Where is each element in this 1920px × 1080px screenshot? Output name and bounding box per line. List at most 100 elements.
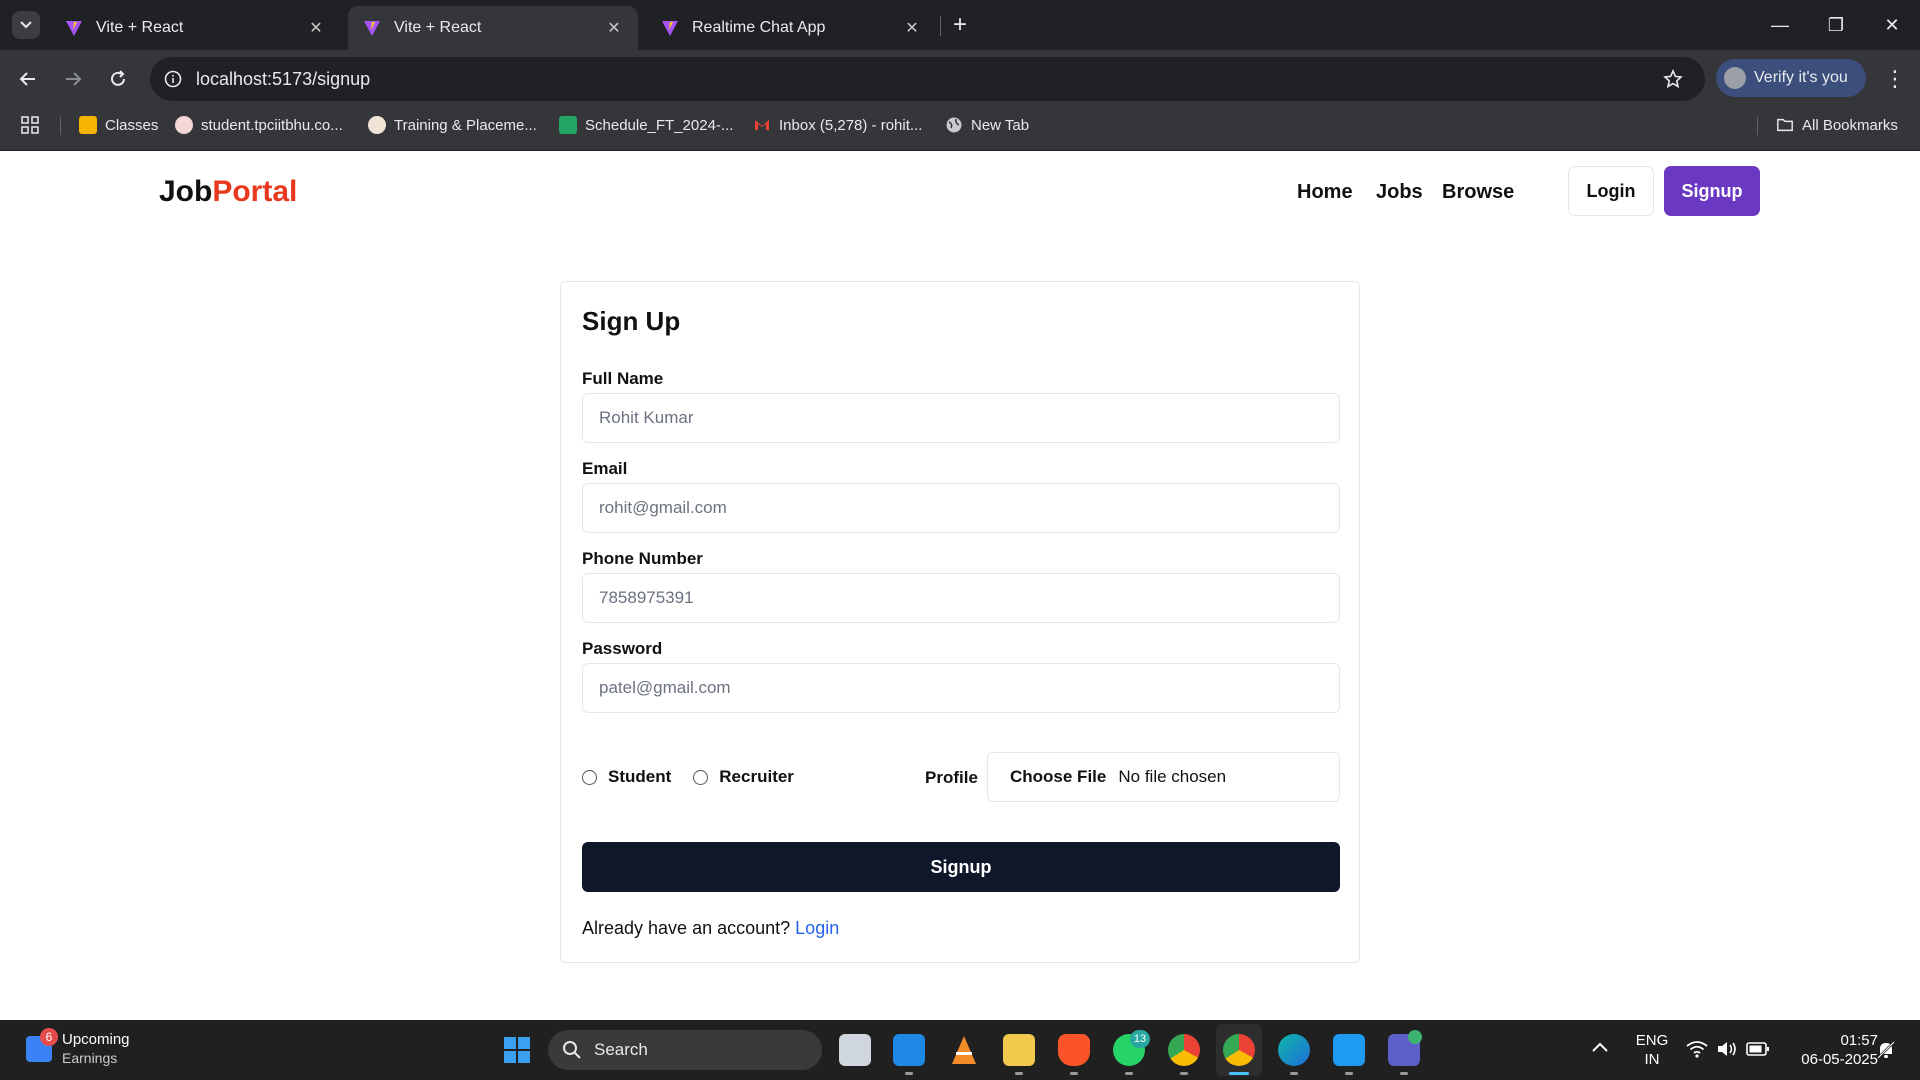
email-label: Email <box>582 459 628 478</box>
bookmark-label: All Bookmarks <box>1802 116 1898 134</box>
vite-icon <box>364 21 380 36</box>
chrome-icon[interactable] <box>1168 1034 1200 1066</box>
close-icon[interactable]: ✕ <box>902 18 922 38</box>
notification-bell-icon[interactable] <box>1876 1040 1896 1060</box>
widgets-title: Upcoming <box>62 1031 130 1048</box>
running-indicator <box>1125 1072 1133 1075</box>
chevron-down-icon <box>20 21 32 29</box>
bookmark-label: student.tpciitbhu.co... <box>201 116 343 134</box>
teams-status-icon <box>1408 1030 1422 1044</box>
back-button[interactable] <box>13 64 43 94</box>
reload-button[interactable] <box>103 64 133 94</box>
wifi-icon[interactable] <box>1686 1040 1708 1058</box>
star-icon[interactable] <box>1663 69 1683 89</box>
widgets-button[interactable]: 6 Upcoming Earnings <box>26 1028 130 1067</box>
site-logo[interactable]: JobPortal <box>159 175 297 209</box>
password-input[interactable]: patel@gmail.com <box>582 663 1340 713</box>
sheets-icon <box>559 116 577 134</box>
photos-icon[interactable] <box>1333 1034 1365 1066</box>
address-bar[interactable]: localhost:5173/signup <box>150 57 1705 101</box>
student-radio[interactable] <box>582 769 597 785</box>
browser-tab-1[interactable]: Vite + React ✕ <box>50 6 340 50</box>
full-name-label: Full Name <box>582 369 664 388</box>
profile-label: Profile <box>925 768 978 787</box>
chrome-profile-icon[interactable] <box>1223 1034 1255 1066</box>
bookmark-training[interactable]: Training & Placeme... <box>368 107 537 143</box>
site-info-icon[interactable] <box>164 70 182 88</box>
region-code: IN <box>1644 1051 1660 1068</box>
already-text: Already have an account? <box>582 918 791 938</box>
new-tab-button[interactable]: + <box>946 11 974 39</box>
nav-home[interactable]: Home <box>1297 181 1353 204</box>
phone-input[interactable]: 7858975391 <box>582 573 1340 623</box>
running-indicator <box>1180 1072 1188 1075</box>
vite-icon <box>662 21 678 36</box>
browser-tab-3[interactable]: Realtime Chat App ✕ <box>646 6 936 50</box>
running-indicator <box>1290 1072 1298 1075</box>
all-bookmarks-button[interactable]: All Bookmarks <box>1776 107 1898 143</box>
volume-icon[interactable] <box>1716 1040 1738 1058</box>
bookmark-schedule[interactable]: Schedule_FT_2024-... <box>559 107 733 143</box>
close-window-button[interactable]: ✕ <box>1864 0 1920 50</box>
running-indicator <box>1400 1072 1408 1075</box>
nav-browse[interactable]: Browse <box>1442 181 1514 204</box>
logo-text-portal: Portal <box>212 175 298 208</box>
restore-button[interactable]: ❐ <box>1808 0 1864 50</box>
browser-tab-2[interactable]: Vite + React ✕ <box>348 6 638 50</box>
close-icon[interactable]: ✕ <box>604 18 624 38</box>
recruiter-radio[interactable] <box>693 769 709 785</box>
vite-icon <box>66 21 82 36</box>
browser-menu-icon[interactable]: ⋮ <box>1880 64 1910 94</box>
forward-button[interactable] <box>58 64 88 94</box>
file-explorer-icon[interactable] <box>1003 1034 1035 1066</box>
battery-icon[interactable] <box>1746 1041 1770 1057</box>
signup-nav-button[interactable]: Signup <box>1664 166 1760 216</box>
recruiter-radio-label[interactable]: Recruiter <box>719 767 794 787</box>
whatsapp-badge: 13 <box>1130 1030 1150 1048</box>
chevron-up-icon[interactable] <box>1592 1042 1608 1052</box>
vscode-icon[interactable] <box>893 1034 925 1066</box>
running-indicator <box>1015 1072 1023 1075</box>
site-icon <box>368 116 386 134</box>
classroom-icon <box>79 116 97 134</box>
taskbar-search[interactable]: Search <box>548 1030 822 1070</box>
bookmark-inbox[interactable]: Inbox (5,278) - rohit... <box>753 107 922 143</box>
student-radio-label[interactable]: Student <box>608 767 671 787</box>
tab-search-button[interactable] <box>12 11 40 39</box>
arrow-right-icon <box>66 72 82 86</box>
edge-icon[interactable] <box>1278 1034 1310 1066</box>
brave-icon[interactable] <box>1058 1034 1090 1066</box>
close-icon[interactable]: ✕ <box>306 18 326 38</box>
vlc-icon[interactable] <box>948 1034 980 1066</box>
nav-jobs[interactable]: Jobs <box>1376 181 1423 204</box>
login-button[interactable]: Login <box>1568 166 1654 216</box>
task-view-icon[interactable] <box>839 1034 871 1066</box>
password-label: Password <box>582 639 663 658</box>
tab-title: Realtime Chat App <box>692 19 826 36</box>
tab-title: Vite + React <box>96 19 184 36</box>
widgets-icon: 6 <box>26 1028 58 1062</box>
choose-file-button[interactable]: Choose File <box>1010 767 1106 787</box>
email-input[interactable]: rohit@gmail.com <box>582 483 1340 533</box>
login-link[interactable]: Login <box>795 918 839 938</box>
search-icon <box>563 1041 581 1059</box>
windows-start-icon[interactable] <box>503 1036 531 1064</box>
verify-profile-button[interactable]: Verify it's you <box>1716 59 1866 97</box>
profile-file-input[interactable]: Choose File No file chosen <box>987 752 1340 802</box>
clock[interactable]: 01:57 06-05-2025 <box>1778 1031 1878 1069</box>
apps-grid-icon <box>21 116 39 134</box>
minimize-button[interactable]: — <box>1752 0 1808 50</box>
signup-submit-button[interactable]: Signup <box>582 842 1340 892</box>
bookmark-classes[interactable]: Classes <box>79 107 158 143</box>
widgets-badge: 6 <box>40 1028 58 1046</box>
reload-icon <box>111 70 125 86</box>
language-indicator[interactable]: ENG IN <box>1630 1031 1674 1069</box>
bookmark-label: Schedule_FT_2024-... <box>585 116 734 134</box>
apps-button[interactable] <box>20 107 40 143</box>
bookmark-new-tab[interactable]: New Tab <box>945 107 1029 143</box>
bookmark-separator <box>60 117 61 135</box>
file-status: No file chosen <box>1118 767 1227 786</box>
running-indicator <box>1070 1072 1078 1075</box>
bookmark-student-tpc[interactable]: student.tpciitbhu.co... <box>175 107 343 143</box>
full-name-input[interactable]: Rohit Kumar <box>582 393 1340 443</box>
